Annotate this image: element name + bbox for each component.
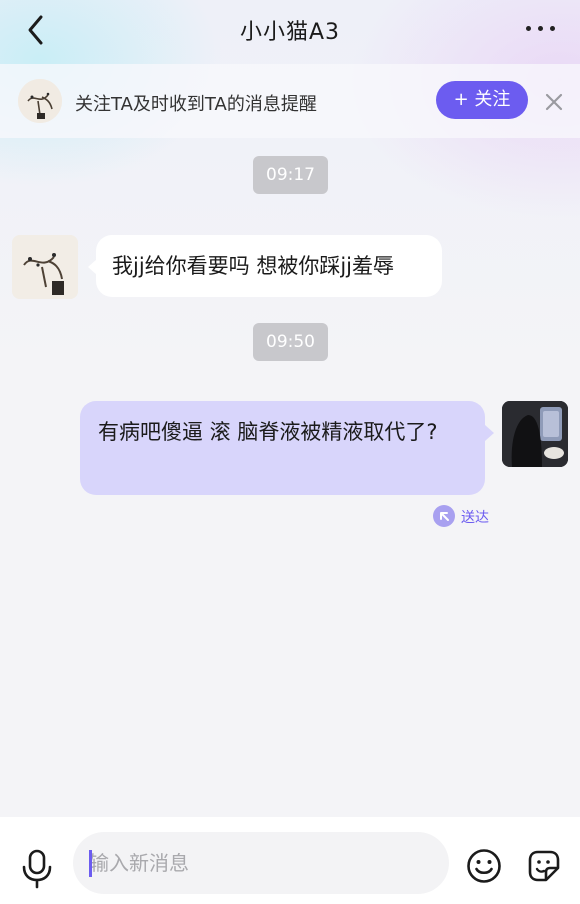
more-horizontal-icon [526,26,531,31]
more-button[interactable] [526,26,556,34]
sender-avatar[interactable] [12,235,78,299]
voice-button[interactable] [20,849,54,889]
emoji-button[interactable] [466,848,502,884]
microphone-icon [22,849,52,889]
timestamp: 09:17 [253,156,328,194]
chat-header: 小小猫A3 [0,0,580,62]
sticker-icon [528,850,560,882]
follow-button[interactable]: + 关注 [436,81,528,119]
delivered-arrow-icon [433,505,455,527]
text-cursor [89,850,92,877]
message-bubble-incoming[interactable]: 我jj给你看要吗 想被你踩jj羞辱 [88,235,442,297]
message-input-bar [0,817,580,904]
contact-avatar-small[interactable] [18,79,62,123]
close-icon [545,93,563,111]
follow-prompt-bar: 关注TA及时收到TA的消息提醒 + 关注 [0,64,580,138]
message-bubble-outgoing[interactable]: 有病吧傻逼 滚 脑脊液被精液取代了? [80,401,494,495]
message-input[interactable] [73,832,449,894]
own-avatar[interactable] [502,401,568,467]
timestamp: 09:50 [253,323,328,361]
delivery-status-text: 送达 [461,510,489,526]
sticker-button[interactable] [526,848,562,884]
emoji-icon [467,849,501,883]
follow-prompt-text: 关注TA及时收到TA的消息提醒 [75,94,317,115]
close-follow-bar-button[interactable] [543,91,565,113]
chat-title: 小小猫A3 [239,20,341,45]
